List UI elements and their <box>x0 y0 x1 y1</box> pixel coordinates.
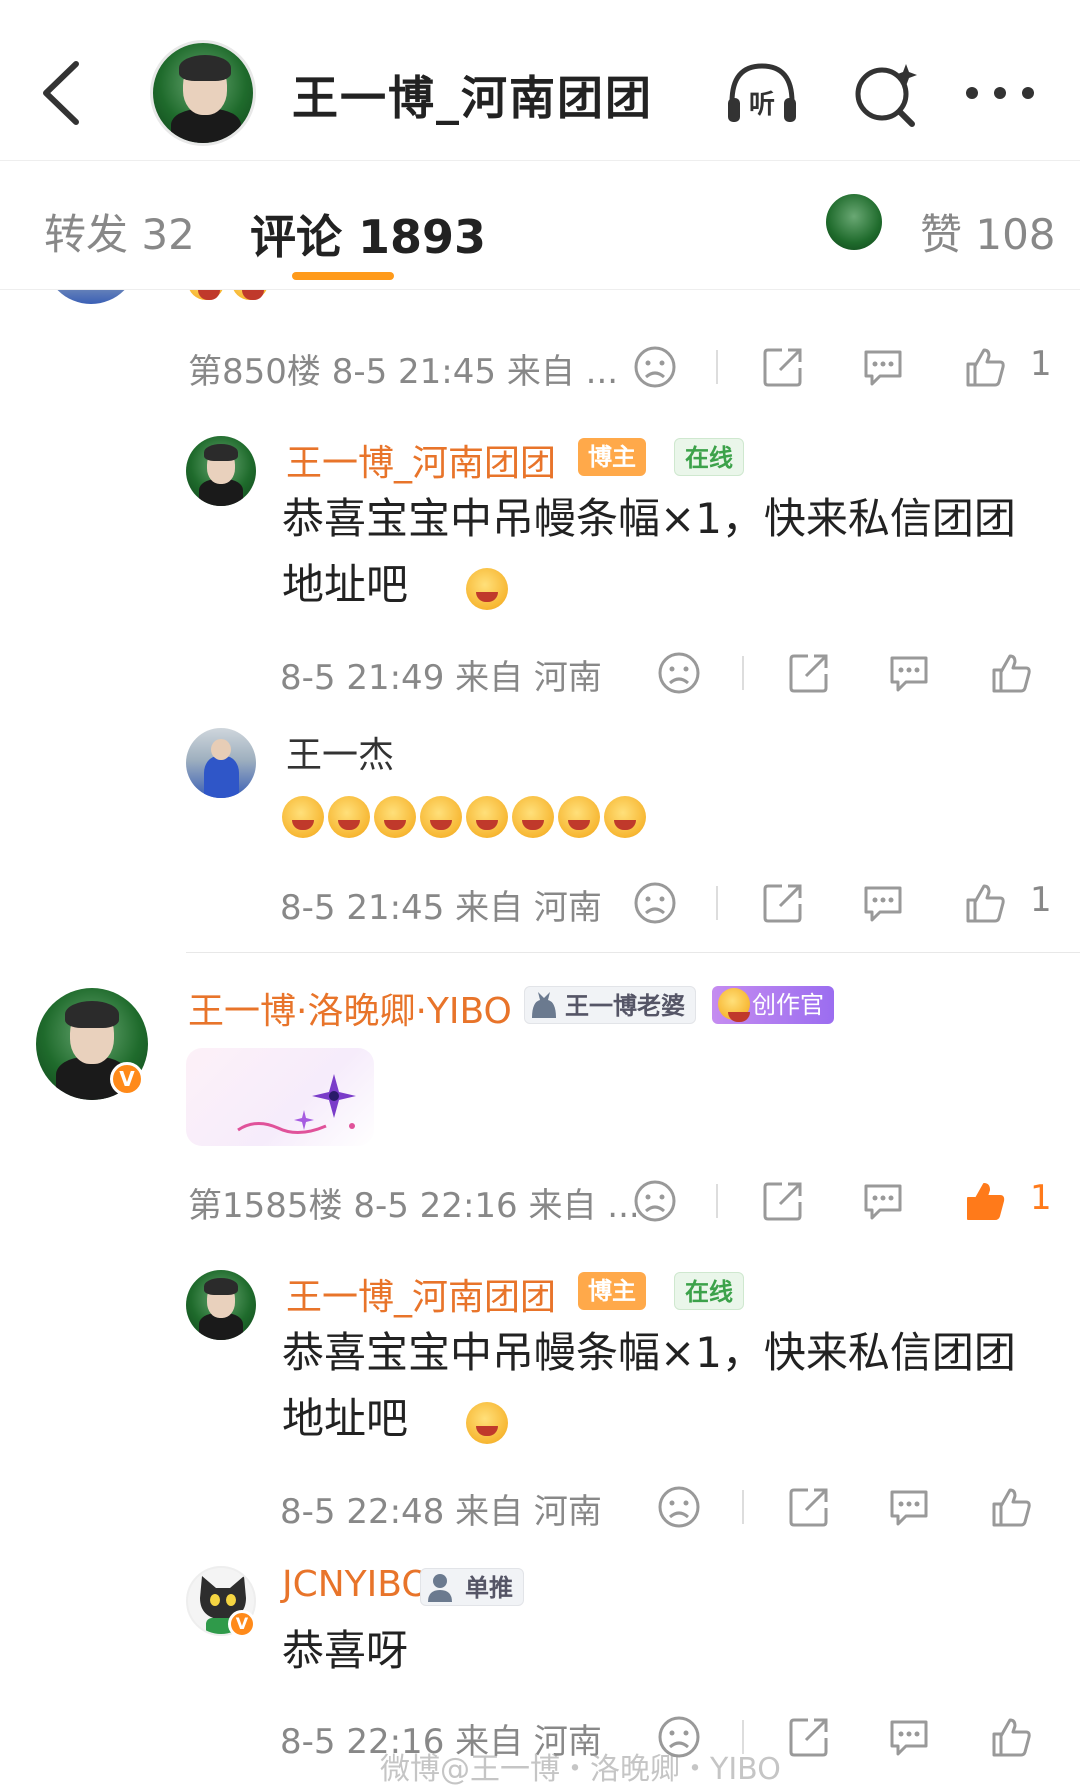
tab-like[interactable]: 赞 108 <box>920 201 1056 262</box>
divider <box>742 656 744 690</box>
share-icon[interactable] <box>760 344 806 390</box>
like-icon[interactable] <box>962 344 1008 390</box>
commenter-name[interactable]: 王一博_河南团团 <box>286 434 556 486</box>
comment-text: 恭喜宝宝中吊幔条幅×1，快来私信团团地址吧 <box>282 494 1016 609</box>
comment-text: 恭喜宝宝中吊幔条幅×1，快来私信团团地址吧 <box>282 1328 1016 1443</box>
emoji-icon <box>232 290 268 300</box>
comment-divider <box>186 952 1080 953</box>
like-count: 1 <box>1030 1178 1052 1218</box>
comment-meta: 8-5 22:48 来自 河南 <box>280 1492 602 1532</box>
share-icon[interactable] <box>786 1714 832 1760</box>
listen-icon[interactable]: 听 <box>722 58 802 128</box>
commenter-name[interactable]: 王一博_河南团团 <box>286 1268 556 1320</box>
comment-meta: 第850楼 8-5 21:45 来自 ... <box>188 352 619 392</box>
like-count: 1 <box>1030 880 1052 920</box>
dislike-icon[interactable] <box>632 880 678 926</box>
comment-icon[interactable] <box>886 650 932 696</box>
comment-meta: 8-5 21:49 来自 河南 <box>280 658 602 698</box>
dislike-icon[interactable] <box>632 1178 678 1224</box>
share-icon[interactable] <box>760 880 806 926</box>
crying-emoji-icon <box>558 796 600 838</box>
share-icon[interactable] <box>786 1484 832 1530</box>
tab-repost[interactable]: 转发 32 <box>44 201 195 262</box>
comment-icon[interactable] <box>886 1484 932 1530</box>
like-count: 1 <box>1030 344 1052 384</box>
crying-emoji-icon <box>282 796 324 838</box>
share-icon[interactable] <box>786 650 832 696</box>
crying-emoji-icon <box>512 796 554 838</box>
tab-bar: 转发 32 评论 1893 赞 108 <box>0 160 1080 290</box>
avatar[interactable] <box>186 728 256 798</box>
commenter-name[interactable]: 王一博·洛晚卿·YIBO <box>188 982 512 1034</box>
crying-emoji-icon <box>466 796 508 838</box>
divider <box>742 1490 744 1524</box>
liked-icon[interactable] <box>962 1178 1008 1224</box>
page-title: 王一博_河南团团 <box>292 71 653 125</box>
like-icon[interactable] <box>988 650 1034 696</box>
verified-badge-icon: V <box>110 1062 144 1096</box>
comment-icon[interactable] <box>860 344 906 390</box>
comment-icon[interactable] <box>860 1178 906 1224</box>
active-tab-indicator <box>292 272 394 280</box>
crying-emoji-icon <box>420 796 462 838</box>
surprised-emoji-icon <box>466 1402 508 1444</box>
online-badge: 在线 <box>674 1272 744 1310</box>
creator-emoji-icon <box>718 988 750 1022</box>
user-icon <box>428 1574 452 1602</box>
divider <box>716 1184 718 1218</box>
like-icon[interactable] <box>988 1714 1034 1760</box>
author-avatar[interactable] <box>150 40 256 146</box>
divider <box>716 886 718 920</box>
share-icon[interactable] <box>760 1178 806 1224</box>
more-icon[interactable] <box>960 58 1040 128</box>
search-icon[interactable] <box>846 58 926 128</box>
like-icon[interactable] <box>988 1484 1034 1530</box>
dislike-icon[interactable] <box>656 650 702 696</box>
comment-meta: 第1585楼 8-5 22:16 来自 ... <box>188 1186 640 1226</box>
comment-icon[interactable] <box>886 1714 932 1760</box>
like-icon[interactable] <box>962 880 1008 926</box>
cat-icon <box>532 992 556 1018</box>
verified-badge-icon: V <box>228 1610 256 1638</box>
tab-comment[interactable]: 评论 1893 <box>250 201 486 267</box>
comment-meta: 8-5 21:45 来自 河南 <box>280 888 602 928</box>
watermark: 微博@王一博・洛晚卿・YIBO <box>380 1752 781 1787</box>
listen-label: 听 <box>749 90 775 120</box>
dislike-icon[interactable] <box>656 1484 702 1530</box>
blogger-badge: 博主 <box>578 438 646 476</box>
online-badge: 在线 <box>674 438 744 476</box>
crying-emoji-icon <box>604 796 646 838</box>
top-bar: 王一博_河南团团 听 <box>0 0 1080 158</box>
emoji-icon <box>188 290 224 300</box>
sparkle-sticker <box>186 1048 374 1146</box>
liker-avatar[interactable] <box>826 194 882 250</box>
surprised-emoji-icon <box>466 568 508 610</box>
divider <box>716 350 718 384</box>
avatar[interactable] <box>186 1270 256 1340</box>
comment-icon[interactable] <box>860 880 906 926</box>
crying-emoji-icon <box>328 796 370 838</box>
avatar[interactable] <box>44 290 138 304</box>
comment-list[interactable]: 第850楼 8-5 21:45 来自 ... 1 王一博_河南团团 博主 在线 … <box>0 290 1080 1788</box>
avatar[interactable] <box>186 436 256 506</box>
comment-text: 恭喜呀 <box>282 1626 409 1675</box>
blogger-badge: 博主 <box>578 1272 646 1310</box>
commenter-name[interactable]: JCNYIBO <box>282 1564 430 1605</box>
crying-emoji-icon <box>374 796 416 838</box>
commenter-name[interactable]: 王一杰 <box>286 726 394 778</box>
dislike-icon[interactable] <box>632 344 678 390</box>
back-icon[interactable] <box>38 58 82 128</box>
